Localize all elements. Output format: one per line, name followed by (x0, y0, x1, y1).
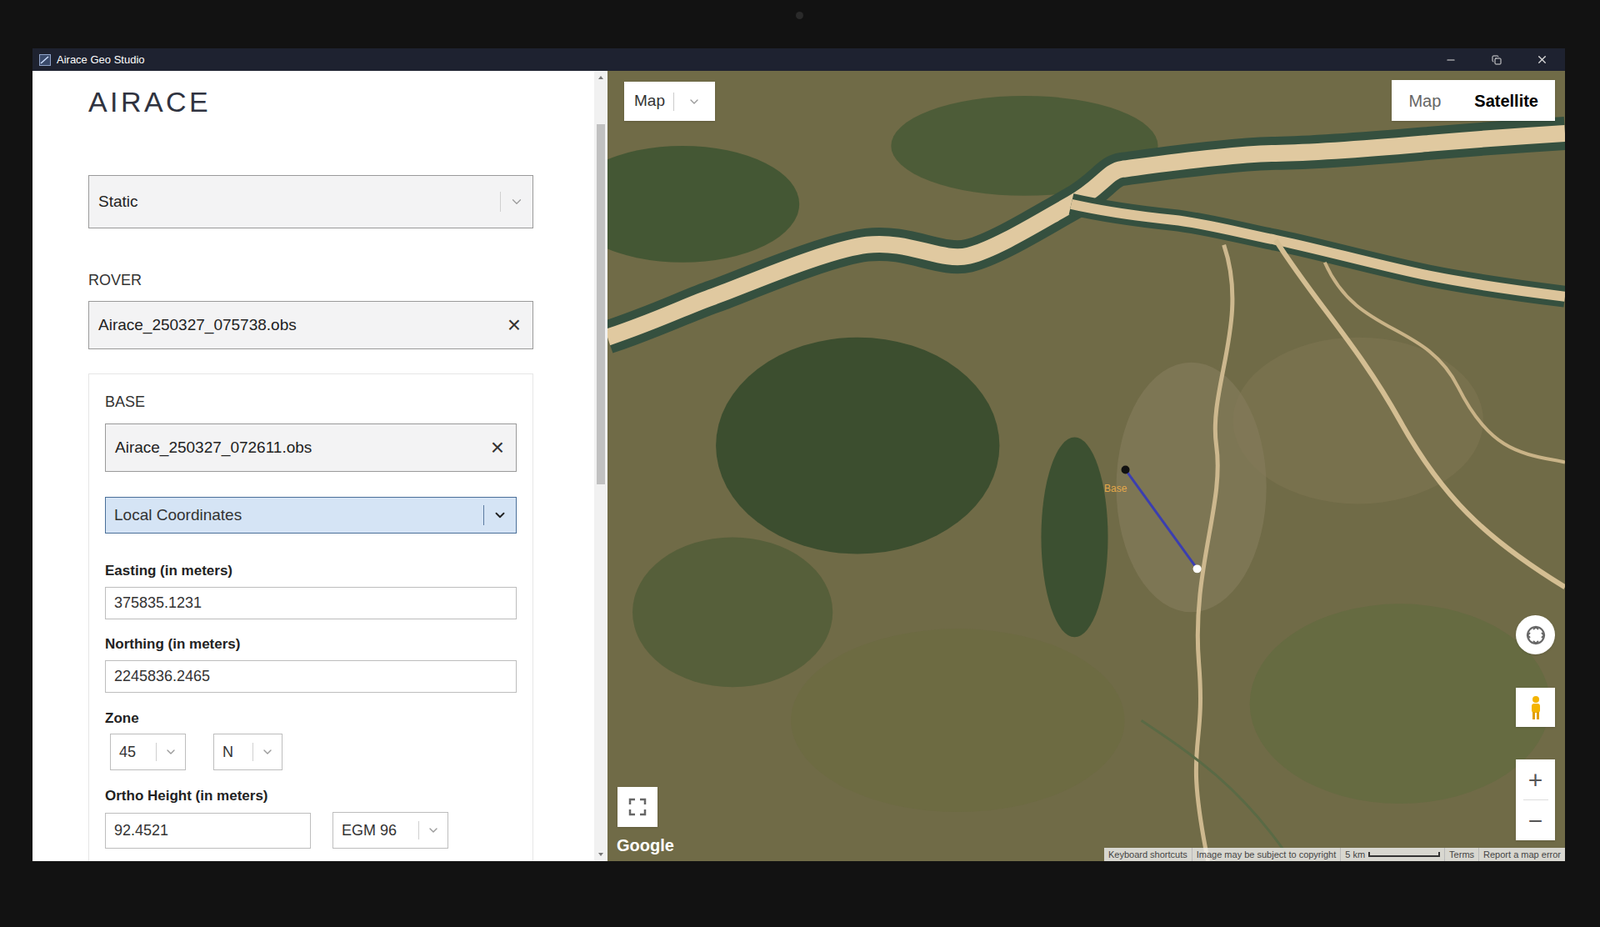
map-type-select[interactable]: Map (624, 81, 715, 121)
chevron-down-icon (687, 95, 701, 109)
window-body: AIRACE Static ROVER Airace_250327_075738.ob… (32, 70, 1565, 861)
attribution-link[interactable]: Image may be subject to copyright (1192, 847, 1342, 862)
text-input[interactable] (105, 660, 517, 693)
compass-icon (1525, 624, 1547, 646)
mode-select[interactable]: Static (88, 175, 534, 229)
zoom-out-button[interactable]: − (1515, 800, 1555, 840)
zoom-in-button[interactable]: + (1515, 759, 1555, 800)
base-card: BASE Airace_250327_072611.obs× Local Coord… (88, 373, 534, 861)
rover-label: ROVER (88, 270, 534, 290)
minimize-button[interactable] (1427, 48, 1474, 71)
clear-button[interactable]: × (507, 313, 521, 337)
scroll-up-icon[interactable] (594, 70, 608, 85)
screen: Airace Geo Studio AIRACE Static ROVER Airace… (0, 0, 1600, 927)
dropdown-chevron (500, 175, 533, 228)
zone-hemisphere-select[interactable]: N (213, 733, 283, 770)
view-toggle-button[interactable]: Map (1391, 80, 1458, 121)
view-toggle-button[interactable]: Satellite (1457, 80, 1555, 121)
zoom-control: +− (1515, 759, 1555, 840)
chevron-down-icon (164, 745, 178, 759)
chevron-down-icon (509, 194, 525, 210)
map-link[interactable]: Terms (1445, 847, 1480, 862)
pegman-icon (1527, 695, 1545, 720)
satellite-imagery (607, 70, 1565, 861)
chevron-down-icon (492, 507, 508, 523)
dropdown-chevron (483, 497, 516, 533)
map[interactable]: BaseMapMapSatellite+−GoogleKeyboard shor… (607, 70, 1565, 861)
base-file-field[interactable]: Airace_250327_072611.obs× (105, 423, 517, 472)
close-icon (1535, 53, 1549, 66)
scroll-down-icon[interactable] (594, 847, 608, 861)
coordinate-type-select[interactable]: Local Coordinates (105, 496, 517, 534)
ortho-height-input[interactable] (105, 812, 311, 849)
base-marker-label: Base (1104, 480, 1127, 496)
camera-dot (795, 11, 804, 20)
ortho-height-label: Ortho Height (in meters) (105, 786, 517, 805)
scrollbar[interactable] (594, 70, 608, 861)
restore-icon (1491, 55, 1502, 65)
google-logo: Google (616, 832, 675, 858)
camera-control[interactable] (1515, 615, 1555, 655)
zone-label: Zone (105, 709, 517, 727)
attribution-link[interactable]: Keyboard shortcuts (1104, 847, 1193, 862)
geoid-select[interactable]: EGM 96 (332, 811, 449, 849)
app-icon (39, 54, 51, 66)
chevron-down-icon (426, 823, 440, 837)
logo: AIRACE (88, 86, 534, 117)
input-group: Easting (in meters) (105, 561, 517, 620)
scrollbar-thumb[interactable] (596, 124, 605, 485)
clear-button[interactable]: × (490, 435, 505, 460)
rover-file-field[interactable]: Airace_250327_075738.obs× (88, 300, 534, 350)
attribution-bar: Keyboard shortcutsImage may be subject t… (1104, 847, 1565, 862)
app-window: Airace Geo Studio AIRACE Static ROVER Airace… (32, 48, 1565, 861)
map-view-toggle: MapSatellite (1391, 80, 1555, 121)
street-view-button[interactable] (1515, 687, 1555, 727)
map-link[interactable]: Report a map error (1479, 847, 1565, 862)
base-label: BASE (105, 392, 517, 411)
fullscreen-button[interactable] (617, 786, 658, 827)
window-title: Airace Geo Studio (56, 51, 145, 69)
field-label: Northing (in meters) (105, 635, 517, 653)
text-input[interactable] (105, 586, 517, 620)
fullscreen-icon (628, 797, 647, 816)
scale-bar[interactable]: 5 km (1340, 847, 1445, 862)
chevron-down-icon (260, 745, 275, 759)
input-group: Northing (in meters) (105, 635, 517, 693)
settings-panel: AIRACE Static ROVER Airace_250327_075738.ob… (32, 70, 595, 861)
zone-number-select[interactable]: 45 (110, 733, 186, 770)
field-label: Easting (in meters) (105, 561, 517, 580)
minimize-icon (1445, 54, 1457, 66)
close-button[interactable] (1519, 48, 1565, 71)
title-bar: Airace Geo Studio (32, 48, 1565, 71)
restore-button[interactable] (1473, 48, 1520, 71)
